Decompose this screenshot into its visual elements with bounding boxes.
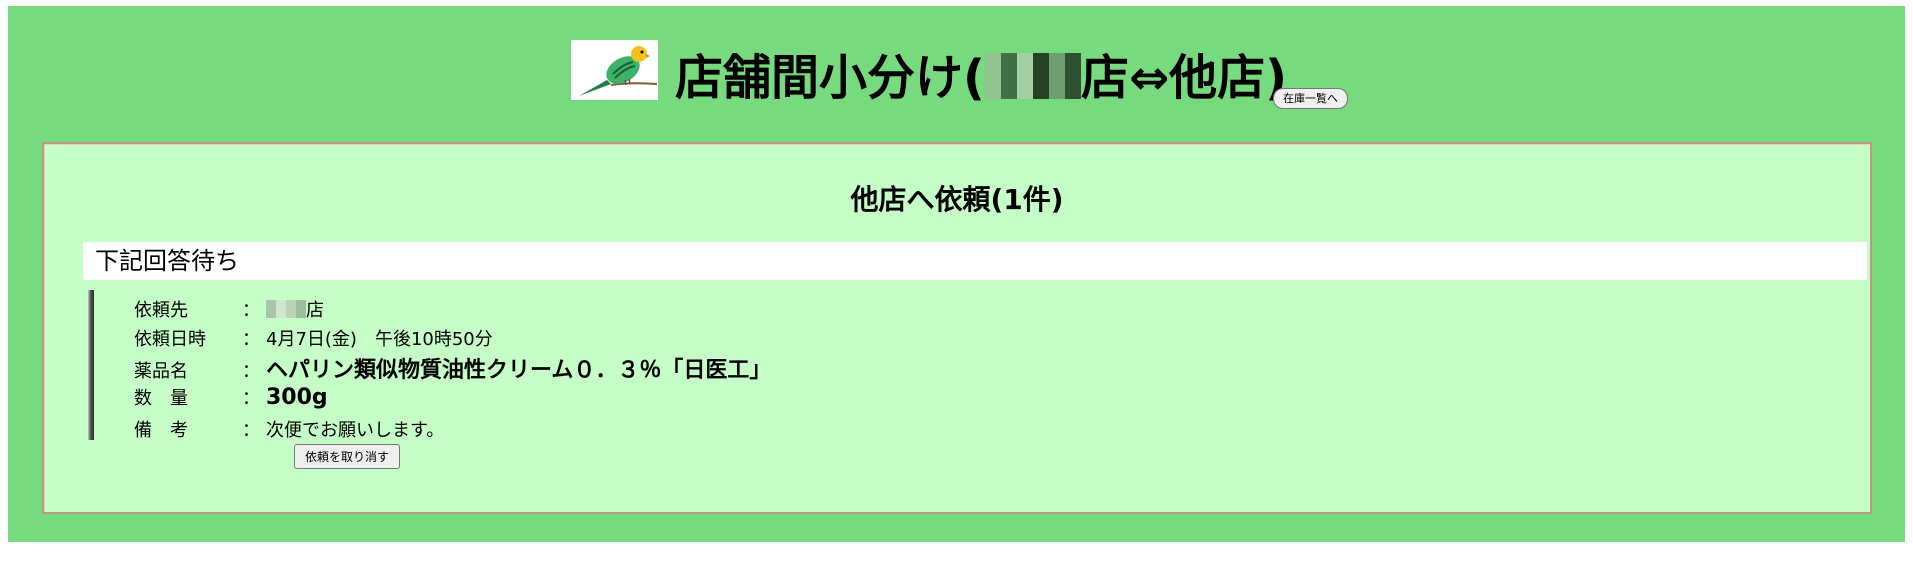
- request-panel: 他店へ依頼(1件) 下記回答待ち 依頼先 ： 店 依頼日時 ： 4月7日(金) 午後10…: [42, 142, 1872, 514]
- datetime-row: 依頼日時 ： 4月7日(金) 午後10時50分: [134, 325, 493, 351]
- destination-suffix: 店: [306, 300, 324, 321]
- drug-label: 薬品名: [134, 361, 188, 382]
- redacted-store-name: [984, 53, 1081, 99]
- datetime-colon: ：: [242, 329, 260, 350]
- quantity-label: 数 量: [134, 388, 188, 409]
- header: 店舗間小分け( 店⇔他店) 在庫一覧へ: [8, 34, 1905, 110]
- request-details: 依頼先 ： 店 依頼日時 ： 4月7日(金) 午後10時50分 薬品名 ： ヘパリン類似物質…: [88, 290, 1188, 469]
- title-suffix: 店⇔他店): [1080, 50, 1288, 106]
- drug-colon: ：: [242, 361, 260, 382]
- remarks-value: 次便でお願いします。: [266, 420, 445, 441]
- destination-row: 依頼先 ： 店: [134, 296, 324, 322]
- remarks-label: 備 考: [134, 420, 188, 441]
- drug-row: 薬品名 ： ヘパリン類似物質油性クリーム０．３％「日医工」: [134, 352, 771, 384]
- datetime-label: 依頼日時: [134, 329, 206, 350]
- quantity-row: 数 量 ： 300g: [134, 384, 328, 410]
- page-title: 店舗間小分け( 店⇔他店): [675, 48, 1287, 108]
- budgerigar-icon: [571, 40, 658, 100]
- datetime-value: 4月7日(金) 午後10時50分: [266, 329, 493, 350]
- remarks-row: 備 考 ： 次便でお願いします。: [134, 416, 444, 442]
- quantity-value: 300g: [266, 385, 328, 410]
- destination-label: 依頼先: [134, 300, 188, 321]
- remarks-colon: ：: [242, 420, 260, 441]
- quantity-colon: ：: [242, 388, 260, 409]
- cancel-request-button[interactable]: 依頼を取り消す: [294, 444, 400, 469]
- destination-colon: ：: [242, 300, 260, 321]
- inventory-list-button[interactable]: 在庫一覧へ: [1273, 88, 1348, 109]
- panel-title: 他店へ依頼(1件): [850, 183, 1064, 216]
- title-prefix: 店舗間小分け(: [675, 50, 985, 106]
- redacted-store-name: [266, 300, 306, 318]
- left-rule: [88, 290, 94, 440]
- status-label: 下記回答待ち: [95, 247, 239, 275]
- destination-value: 店: [266, 296, 324, 322]
- drug-value: ヘパリン類似物質油性クリーム０．３％「日医工」: [266, 358, 772, 383]
- page-frame: 店舗間小分け( 店⇔他店) 在庫一覧へ 他店へ依頼(1件) 下記回答待ち 依頼先 ：…: [8, 6, 1905, 542]
- status-bar: 下記回答待ち: [83, 242, 1867, 280]
